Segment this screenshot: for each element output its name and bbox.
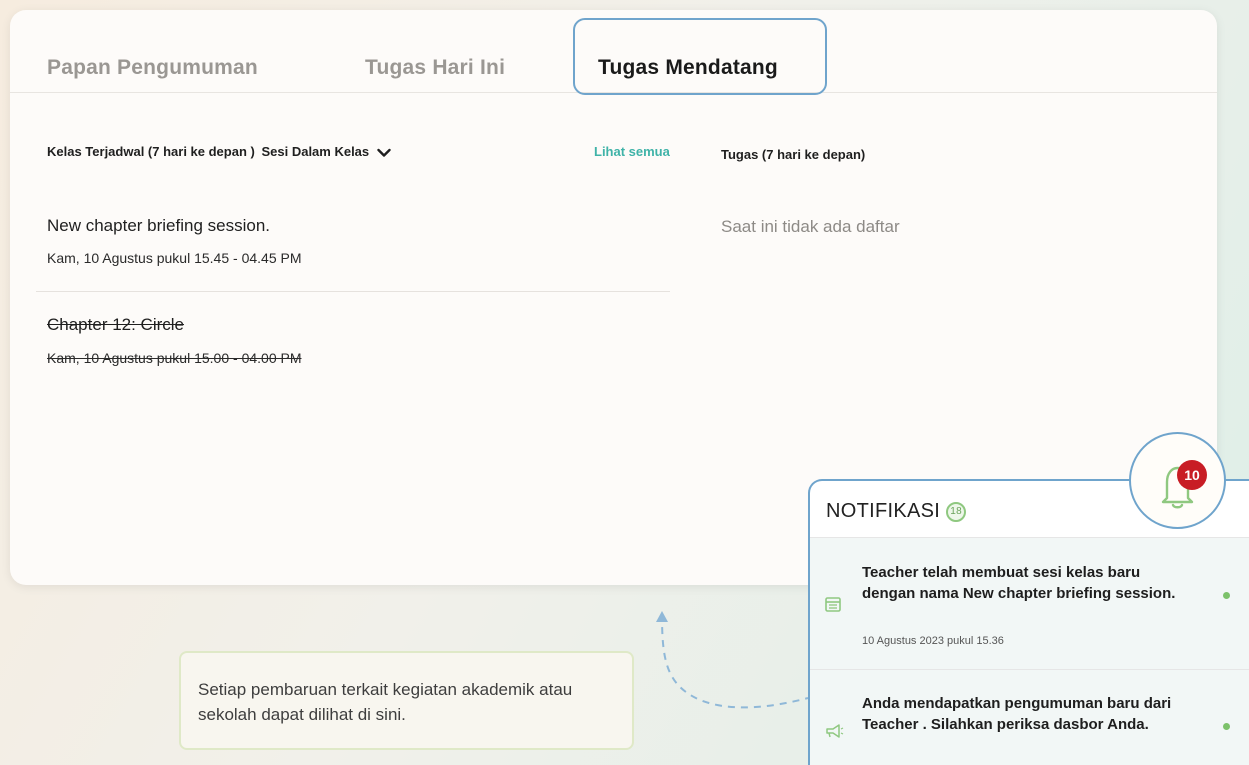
notification-count-badge: 18 [946, 501, 967, 522]
notification-text: Anda mendapatkan pengumuman baru dari Te… [862, 695, 1172, 733]
notification-bell-button[interactable]: 10 [1129, 432, 1226, 529]
tab-announcement-board[interactable]: Papan Pengumuman [47, 56, 258, 80]
session-title[interactable]: New chapter briefing session. [47, 216, 270, 236]
notification-title-label: NOTIFIKASI [826, 500, 941, 522]
chevron-down-icon [377, 148, 391, 157]
see-all-link[interactable]: Lihat semua [594, 144, 670, 159]
megaphone-icon [826, 724, 844, 738]
session-title-cancelled[interactable]: Chapter 12: Circle [47, 315, 184, 335]
tab-upcoming-tasks[interactable]: Tugas Mendatang [598, 56, 778, 80]
notification-text: Teacher telah membuat sesi kelas baru de… [862, 564, 1176, 602]
bell-count-badge: 10 [1177, 460, 1207, 490]
info-tooltip: Setiap pembaruan terkait kegiatan akadem… [179, 651, 634, 750]
calendar-icon [825, 597, 841, 612]
session-filter-label: Sesi Dalam Kelas [261, 144, 370, 159]
list-divider [36, 291, 670, 292]
notification-title: NOTIFIKASI 18 [826, 500, 967, 523]
tasks-empty-message: Saat ini tidak ada daftar [721, 217, 900, 236]
scheduled-classes-header: Kelas Terjadwal (7 hari ke depan ) Sesi … [47, 144, 391, 159]
scheduled-classes-label: Kelas Terjadwal (7 hari ke depan ) [47, 144, 255, 159]
tab-bar: Papan Pengumuman Tugas Hari Ini Tugas Me… [10, 10, 1217, 95]
dashed-arrow-icon [656, 611, 809, 709]
session-time: Kam, 10 Agustus pukul 15.45 - 04.45 PM [47, 250, 302, 266]
session-time-cancelled: Kam, 10 Agustus pukul 15.00 - 04.00 PM [47, 350, 302, 366]
tasks-header: Tugas (7 hari ke depan) [721, 147, 866, 162]
notification-item[interactable]: Teacher telah membuat sesi kelas baru de… [810, 537, 1249, 669]
unread-dot [1223, 592, 1230, 599]
session-filter-dropdown[interactable]: Sesi Dalam Kelas [261, 144, 391, 159]
unread-dot [1223, 723, 1230, 730]
tooltip-text: Setiap pembaruan terkait kegiatan akadem… [198, 680, 573, 724]
notification-item[interactable]: Anda mendapatkan pengumuman baru dari Te… [810, 669, 1249, 765]
notification-date: 10 Agustus 2023 pukul 15.36 [862, 635, 1004, 647]
tab-today-tasks[interactable]: Tugas Hari Ini [365, 56, 505, 80]
